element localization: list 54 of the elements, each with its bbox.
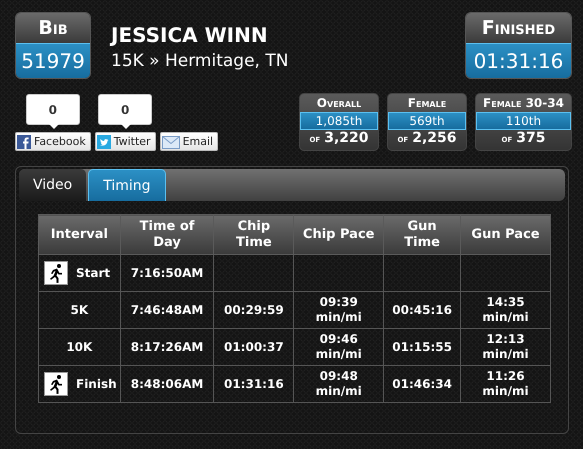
finished-value: 01:31:16 <box>466 43 571 78</box>
interval-name: Start <box>76 266 110 280</box>
table-cell: 01:00:37 <box>224 340 284 354</box>
total-count: 375 <box>516 130 546 146</box>
column-header: Gun Pace <box>460 214 550 254</box>
rank-place: 1,085th <box>300 112 378 130</box>
of-label: of <box>502 134 512 145</box>
logo-icon <box>17 134 31 148</box>
table-cell: 00:45:16 <box>392 302 452 316</box>
table-cell: 00:29:59 <box>224 302 284 316</box>
tab[interactable]: Timing <box>88 169 166 201</box>
tab[interactable]: Video <box>19 169 86 201</box>
table-cell: 09:46 min/mi <box>316 332 362 361</box>
table-cell: 09:48 min/mi <box>316 369 362 398</box>
table-cell: 01:46:34 <box>392 376 452 390</box>
table-cell: 7:16:50AM <box>130 266 204 280</box>
total-count: 3,220 <box>324 130 369 146</box>
table-cell: 8:17:26AM <box>130 340 204 354</box>
bib-label: Bib <box>16 13 90 43</box>
share-button[interactable]: Facebook <box>15 132 91 151</box>
rank-label: Female <box>406 95 448 112</box>
interval-name: Finish <box>76 376 117 392</box>
total-count: 2,256 <box>412 130 457 146</box>
runner-name: JESSICA WINN <box>111 23 269 47</box>
table-cell: 7:46:48AM <box>130 302 204 316</box>
rank-place: 110th <box>476 112 571 130</box>
column-header: Interval <box>38 214 120 254</box>
bib-value: 51979 <box>16 43 90 78</box>
share-button[interactable]: Email <box>160 132 218 151</box>
rank-label: Overall <box>316 95 362 112</box>
runner-icon <box>44 372 68 396</box>
bird-icon <box>96 134 111 148</box>
table-cell: 01:31:16 <box>224 376 284 390</box>
column-header: Chip Time <box>214 214 294 254</box>
table-cell: 11:26 min/mi <box>482 369 529 398</box>
envelope-icon <box>162 134 180 150</box>
race-location: 15K » Hermitage, TN <box>111 51 288 71</box>
column-header: Chip Pace <box>294 214 384 254</box>
of-label: of <box>309 134 320 145</box>
table-cell: 12:13 min/mi <box>482 332 529 361</box>
table-cell: 8:48:06AM <box>130 376 204 390</box>
table-cell: 01:15:55 <box>392 340 452 354</box>
rank-place: 569th <box>388 112 466 130</box>
share-button[interactable]: Twitter <box>94 132 156 151</box>
table-cell: 14:35 min/mi <box>482 295 529 324</box>
column-header: Gun Time <box>384 214 461 254</box>
finished-label: Finished <box>466 13 571 43</box>
interval-name: 10K <box>66 340 92 354</box>
interval-name: 5K <box>70 302 88 318</box>
runner-icon <box>44 261 68 285</box>
rank-label: Female 30-34 <box>482 95 565 112</box>
of-label: of <box>397 134 408 145</box>
column-header: Time of Day <box>120 214 214 254</box>
table-cell: 09:39 min/mi <box>316 295 362 324</box>
